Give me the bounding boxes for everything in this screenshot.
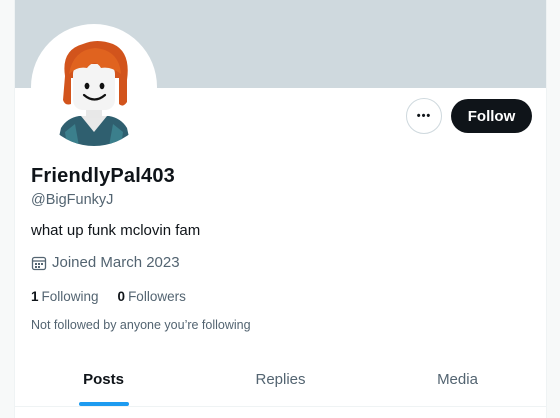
more-options-button[interactable]: •••: [406, 98, 442, 134]
avatar[interactable]: [35, 28, 153, 146]
followers-count: 0: [117, 289, 126, 304]
join-date-text: Joined March 2023: [52, 254, 180, 271]
follow-stats: 1 Following 0 Followers: [31, 289, 186, 304]
profile-bio: what up funk mclovin fam: [31, 222, 201, 239]
following-count: 1: [31, 289, 39, 304]
tabs-divider: [15, 406, 546, 407]
page-background: ••• Follow FriendlyPal403 @BigFunkyJ wha…: [0, 0, 560, 418]
tab-media[interactable]: Media: [369, 352, 546, 406]
followers-label: Followers: [128, 289, 186, 304]
following-label: Following: [41, 289, 99, 304]
tab-replies[interactable]: Replies: [192, 352, 369, 406]
mutual-followers-note: Not followed by anyone you’re following: [31, 318, 251, 332]
profile-column: ••• Follow FriendlyPal403 @BigFunkyJ wha…: [14, 0, 547, 418]
profile-tabs: Posts Replies Media: [15, 352, 546, 406]
user-handle: @BigFunkyJ: [31, 192, 114, 208]
follow-button[interactable]: Follow: [451, 99, 532, 133]
display-name: FriendlyPal403: [31, 165, 175, 187]
join-date: Joined March 2023: [31, 254, 180, 271]
ellipsis-icon: •••: [416, 110, 432, 122]
calendar-icon: [31, 256, 47, 270]
following-link[interactable]: 1 Following: [31, 289, 99, 304]
tab-posts[interactable]: Posts: [15, 352, 192, 406]
avatar-frame[interactable]: [31, 24, 157, 150]
followers-link[interactable]: 0 Followers: [118, 289, 186, 304]
roblox-avatar-icon: [57, 41, 131, 146]
